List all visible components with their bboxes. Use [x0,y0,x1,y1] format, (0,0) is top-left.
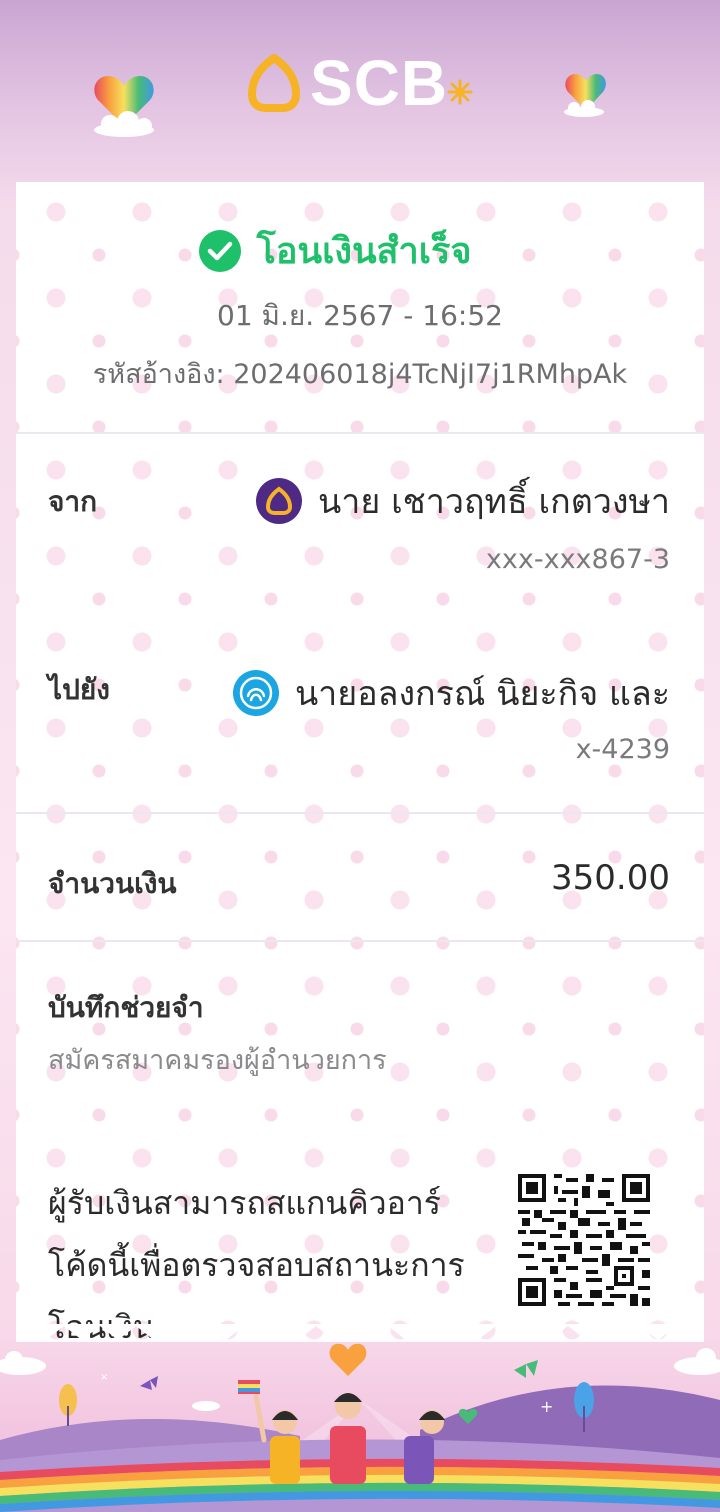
reference-number: รหัสอ้างอิง: 202406018j4TcNjI7j1RMhpAk [92,359,628,390]
scb-bank-icon [256,478,302,524]
sparkle-icon [447,79,473,105]
divider [16,432,704,434]
qr-code[interactable] [518,1174,650,1306]
sender-name: นาย เชาวฤทธิ์ เกตวงษา [318,482,670,522]
receipt-card: โอนเงินสำเร็จ 01 มิ.ย. 2567 - 16:52 รหัส… [16,182,704,1342]
recipient-account: x-4239 [575,734,670,765]
scb-logo-icon [248,54,300,112]
transfer-datetime: 01 มิ.ย. 2567 - 16:52 [217,299,503,332]
pride-illustration: × + [0,1343,720,1512]
check-circle-icon [198,229,241,272]
recipient-name: นายอลงกรณ์ นิยะกิจ และ [294,674,670,714]
divider [16,940,704,942]
sender-account: xxx-xxx867-3 [485,544,670,575]
sender: นาย เชาวฤทธิ์ เกตวงษา [256,474,670,528]
ktb-bank-icon [232,670,279,716]
svg-text:×: × [100,1372,108,1383]
amount-label: จำนวนเงิน [48,867,177,900]
to-label: ไปยัง [48,673,110,706]
transfer-status: โอนเงินสำเร็จ [16,222,704,279]
svg-text:+: + [540,1397,553,1416]
brand-name: SCB [310,47,449,119]
divider [16,812,704,814]
rainbow-heart-small-icon [564,74,606,117]
memo-value: สมัครสมาคมรองผู้อำนวยการ [48,1045,387,1076]
memo-label: บันทึกช่วยจำ [48,991,204,1024]
scb-logo: SCB [246,47,473,119]
qr-note: ผู้รับเงินสามารถสแกนคิวอาร์โค้ดนี้เพื่อต… [48,1184,465,1342]
status-text: โอนเงินสำเร็จ [256,231,472,272]
recipient: นายอลงกรณ์ นิยะกิจ และ [232,666,670,720]
rainbow-heart-icon [94,76,154,137]
from-label: จาก [48,485,98,518]
amount-value: 350.00 [551,858,670,898]
receipt-header: SCB [0,0,720,182]
